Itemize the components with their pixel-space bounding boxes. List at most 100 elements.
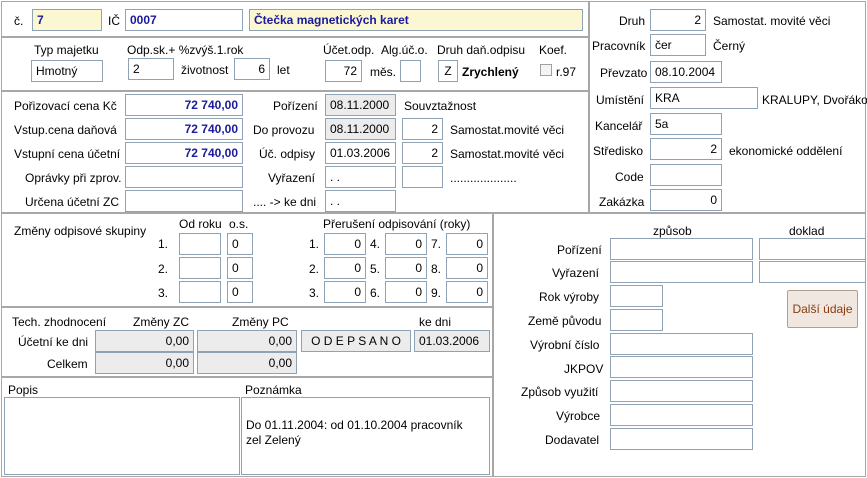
zmeny-pc-label: Změny PC (232, 315, 289, 329)
zakazka-field[interactable]: 0 (650, 189, 722, 211)
umisteni-label: Umístění (596, 93, 645, 107)
preruseni-4-field[interactable]: 0 (385, 233, 427, 255)
druh-label: Druh (619, 14, 646, 28)
opravky-field[interactable] (125, 166, 243, 188)
vyrazeni-field[interactable]: . . (325, 166, 396, 188)
porizeni-field[interactable]: 08.11.2000 (325, 94, 396, 116)
preruseni-6-field[interactable]: 0 (385, 281, 427, 303)
druh-dan-text: Zrychlený (462, 65, 519, 79)
zmeny-row1-os[interactable]: 0 (227, 233, 253, 255)
ic-field[interactable]: 0007 (125, 9, 243, 31)
poznamka-textarea[interactable]: Do 01.11.2004: od 01.10.2004 pracovník z… (241, 397, 490, 475)
ucetni-zc-field: 0,00 (95, 330, 194, 352)
vyrobni-field[interactable] (610, 333, 753, 355)
r97-label: r.97 (556, 65, 577, 79)
extra-porizeni-doklad[interactable] (759, 238, 866, 260)
preruseni-8-field[interactable]: 0 (446, 257, 488, 279)
zmeny-row3-rok[interactable] (179, 281, 221, 303)
rok-vyroby-field[interactable] (610, 285, 663, 307)
os-label: o.s. (229, 217, 249, 231)
pracovnik-label: Pracovník (592, 39, 646, 53)
druh-dan-label: Druh daň.odpisu (437, 43, 526, 57)
zeme-field[interactable] (610, 309, 663, 331)
prevzato-field[interactable]: 08.10.2004 (650, 61, 722, 83)
urcena-field[interactable] (125, 190, 243, 212)
typ-label: Typ majetku (34, 43, 99, 57)
umisteni-field[interactable]: KRA (650, 87, 758, 109)
vyrobce-field[interactable] (610, 404, 753, 426)
kancelar-label: Kancelář (595, 119, 643, 133)
extra-vyrazeni-doklad[interactable] (759, 261, 866, 283)
zivotnost-field[interactable]: 6 (234, 58, 270, 80)
typ-field[interactable]: Hmotný (31, 60, 103, 82)
stredisko-text: ekonomické oddělení (729, 144, 843, 158)
preruseni-5-label: 5. (370, 262, 381, 276)
code-field[interactable] (650, 164, 722, 186)
zmeny-row1-rok[interactable] (179, 233, 221, 255)
dodavatel-field[interactable] (610, 428, 753, 450)
preruseni-1-field[interactable]: 0 (324, 233, 366, 255)
zmeny-row2-os[interactable]: 0 (227, 257, 253, 279)
zmeny-row3-os[interactable]: 0 (227, 281, 253, 303)
poriz-cena-field[interactable]: 72 740,00 (125, 94, 243, 116)
preruseni-8-label: 8. (431, 262, 442, 276)
dalsi-udaje-button[interactable]: Další údaje (787, 290, 858, 328)
extra-vyrazeni-zpusob[interactable] (610, 261, 753, 283)
pracovnik-name: Černý (713, 39, 746, 53)
kedni-field[interactable]: . . (325, 190, 396, 212)
souv3-num-field[interactable] (402, 166, 443, 188)
odp-field[interactable]: 2 (128, 58, 174, 80)
c-label: č. (14, 14, 24, 28)
extra-vyrazeni-label: Vyřazení (552, 266, 599, 280)
uc-odpisy-label: Úč. odpisy (259, 147, 316, 161)
vstup-uc-label: Vstupní cena účetní (14, 147, 121, 161)
preruseni-3-field[interactable]: 0 (324, 281, 366, 303)
zpusob-vyuziti-field[interactable] (610, 380, 753, 402)
souv-label: Souvztažnost (404, 99, 477, 113)
extra-porizeni-label: Pořízení (557, 243, 602, 257)
od-roku-label: Od roku (179, 217, 222, 231)
preruseni-5-field[interactable]: 0 (385, 257, 427, 279)
ucet-odp-field[interactable]: 72 (325, 60, 362, 82)
zmeny-title: Změny odpisové skupiny (14, 224, 147, 238)
dodavatel-label: Dodavatel (545, 433, 600, 447)
souv2-num-field[interactable]: 2 (402, 142, 443, 164)
preruseni-4-label: 4. (370, 237, 381, 251)
alg-label: Alg.úč.o. (381, 43, 428, 57)
odepsano-status: O D E P S A N O (301, 330, 411, 352)
ucet-odp-label: Účet.odp. (323, 43, 375, 57)
jkpov-field[interactable] (610, 356, 753, 378)
zmeny-zc-label: Změny ZC (133, 315, 190, 329)
popis-textarea[interactable] (4, 397, 240, 475)
preruseni-9-field[interactable]: 0 (446, 281, 488, 303)
kedni-label: .... -> ke dni (253, 195, 317, 209)
celkem-zc-field: 0,00 (95, 352, 194, 374)
preruseni-7-field[interactable]: 0 (446, 233, 488, 255)
let-label: let (277, 63, 290, 77)
name-field[interactable]: Čtečka magnetických karet (249, 9, 583, 31)
alg-field[interactable] (400, 60, 421, 82)
souv1-num-field[interactable]: 2 (402, 118, 443, 140)
ucetni-pc-field: 0,00 (197, 330, 297, 352)
pracovnik-field[interactable]: čer (650, 34, 706, 56)
rok-vyroby-label: Rok výroby (539, 290, 600, 304)
extra-porizeni-zpusob[interactable] (610, 238, 753, 260)
vstup-uc-field[interactable]: 72 740,00 (125, 142, 243, 164)
preruseni-2-field[interactable]: 0 (324, 257, 366, 279)
druh-num-field[interactable]: 2 (650, 9, 706, 31)
porizeni-label: Pořízení (273, 99, 318, 113)
stredisko-field[interactable]: 2 (650, 138, 722, 160)
c-field[interactable]: 7 (32, 9, 102, 31)
uc-odpisy-field[interactable]: 01.03.2006 (325, 142, 396, 164)
provoz-field[interactable]: 08.11.2000 (325, 118, 396, 140)
koef-label: Koef. (539, 43, 568, 57)
souv1-text: Samostat.movité věci (450, 123, 565, 137)
kancelar-field[interactable]: 5a (650, 113, 722, 135)
vstup-dan-field[interactable]: 72 740,00 (125, 118, 243, 140)
zmeny-row2-rok[interactable] (179, 257, 221, 279)
mes-label: měs. (370, 65, 397, 79)
tech-title: Tech. zhodnocení (12, 315, 107, 329)
r97-checkbox[interactable] (540, 64, 552, 76)
ke-dni-label: ke dni (419, 315, 452, 329)
druh-dan-code-field[interactable]: Z (438, 60, 458, 82)
